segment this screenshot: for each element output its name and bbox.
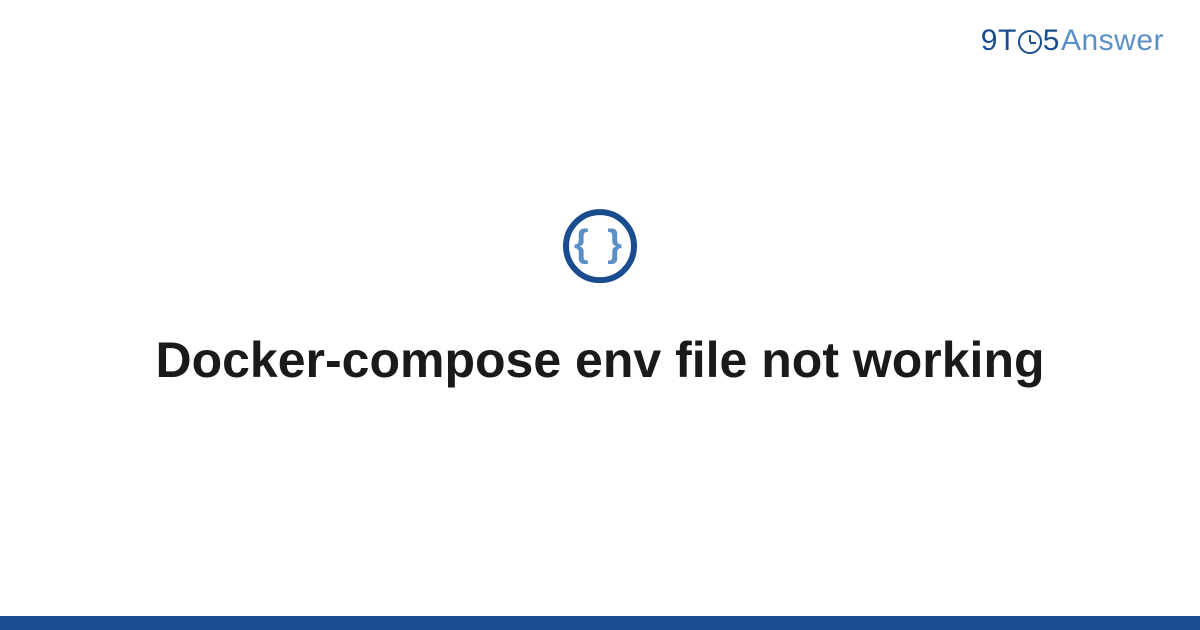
page-title: Docker-compose env file not working	[150, 329, 1050, 392]
code-braces-icon: { }	[574, 225, 626, 263]
brand-t: T	[998, 24, 1017, 58]
category-icon-circle: { }	[563, 209, 637, 283]
brand-five: 5	[1043, 24, 1060, 58]
site-logo: 9 T 5 Answer	[981, 24, 1164, 58]
brand-nine: 9	[981, 24, 998, 58]
brand-answer: Answer	[1061, 24, 1164, 58]
main-content: { } Docker-compose env file not working	[0, 209, 1200, 392]
clock-icon	[1018, 30, 1042, 54]
footer-accent-bar	[0, 616, 1200, 630]
